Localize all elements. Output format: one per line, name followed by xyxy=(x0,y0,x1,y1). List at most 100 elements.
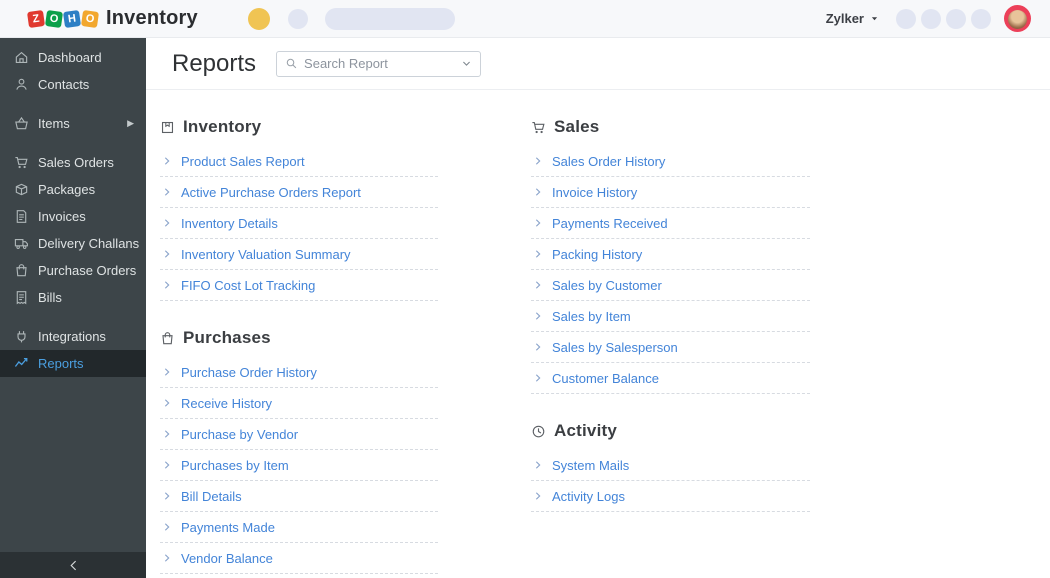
chevron-down-icon[interactable] xyxy=(461,58,472,69)
search-icon xyxy=(285,57,298,70)
report-link-row[interactable]: Purchase by Vendor xyxy=(160,419,438,450)
right-column: Sales Sales Order History Invoice Histor… xyxy=(531,90,810,574)
report-link[interactable]: Sales Order History xyxy=(552,154,665,169)
org-selector[interactable]: Zylker xyxy=(826,11,880,26)
report-link-row[interactable]: Bill Details xyxy=(160,481,438,512)
report-link-row[interactable]: Payments Received xyxy=(531,208,810,239)
logo-tile: O xyxy=(80,9,100,28)
report-link[interactable]: Sales by Customer xyxy=(552,278,662,293)
report-link-row[interactable]: Sales by Customer xyxy=(531,270,810,301)
section-title: Purchases xyxy=(160,328,438,348)
report-link-row[interactable]: Vendor Balance xyxy=(160,543,438,574)
report-link-row[interactable]: FIFO Cost Lot Tracking xyxy=(160,270,438,301)
user-avatar[interactable] xyxy=(1004,5,1031,32)
topbar-icon-placeholder xyxy=(946,8,966,29)
topbar-placeholder-dot xyxy=(287,8,308,29)
chevron-right-icon xyxy=(162,429,172,439)
sidebar-item-label: Integrations xyxy=(38,329,106,344)
caret-down-icon xyxy=(869,13,880,24)
report-link-row[interactable]: Customer Balance xyxy=(531,363,810,394)
chevron-right-icon xyxy=(162,398,172,408)
report-link[interactable]: Inventory Details xyxy=(181,216,278,231)
left-column: Inventory Product Sales Report Active Pu… xyxy=(160,90,438,574)
report-link[interactable]: Customer Balance xyxy=(552,371,659,386)
purchases-icon xyxy=(160,331,175,346)
report-search-combobox[interactable] xyxy=(276,50,482,77)
report-link[interactable]: Payments Made xyxy=(181,520,275,535)
sidebar-item[interactable]: Integrations ▶ xyxy=(0,323,146,350)
sidebar-item-label: Items xyxy=(38,116,70,131)
report-sections: Inventory Product Sales Report Active Pu… xyxy=(146,90,1050,574)
report-link[interactable]: Sales by Salesperson xyxy=(552,340,678,355)
submenu-arrow-icon: ▶ xyxy=(127,118,134,128)
section-title: Activity xyxy=(531,421,810,441)
report-link-row[interactable]: Active Purchase Orders Report xyxy=(160,177,438,208)
report-link[interactable]: Bill Details xyxy=(181,489,242,504)
report-link-row[interactable]: Packing History xyxy=(531,239,810,270)
topbar-icon-placeholder xyxy=(921,8,941,29)
sidebar-group: Dashboard ▶ Contacts ▶ xyxy=(0,44,146,98)
sidebar-item[interactable]: Reports ▶ xyxy=(0,350,146,377)
chevron-right-icon xyxy=(162,367,172,377)
report-link-row[interactable]: Product Sales Report xyxy=(160,146,438,177)
sidebar-item[interactable]: Bills ▶ xyxy=(0,284,146,311)
report-link[interactable]: FIFO Cost Lot Tracking xyxy=(181,278,315,293)
report-link[interactable]: Sales by Item xyxy=(552,309,631,324)
report-link-row[interactable]: Purchases by Item xyxy=(160,450,438,481)
sidebar-item[interactable]: Purchase Orders ▶ xyxy=(0,257,146,284)
chevron-right-icon xyxy=(162,460,172,470)
report-link-row[interactable]: Receive History xyxy=(160,388,438,419)
report-link-row[interactable]: Purchase Order History xyxy=(160,357,438,388)
topbar-icon-placeholders xyxy=(896,8,991,29)
sidebar-item-label: Purchase Orders xyxy=(38,263,137,278)
report-link-row[interactable]: Sales by Item xyxy=(531,301,810,332)
report-link[interactable]: Payments Received xyxy=(552,216,668,231)
report-link-row[interactable]: Payments Made xyxy=(160,512,438,543)
chevron-right-icon xyxy=(533,280,543,290)
report-link-row[interactable]: Inventory Valuation Summary xyxy=(160,239,438,270)
sidebar-item[interactable]: Sales Orders ▶ xyxy=(0,149,146,176)
chevron-right-icon xyxy=(162,522,172,532)
sidebar-collapse-button[interactable] xyxy=(0,552,146,578)
sidebar-item-label: Delivery Challans xyxy=(38,236,140,251)
chevron-right-icon xyxy=(533,249,543,259)
app-name: Inventory xyxy=(106,7,198,29)
report-link[interactable]: Purchase by Vendor xyxy=(181,427,298,442)
report-link-row[interactable]: Sales by Salesperson xyxy=(531,332,810,363)
person-icon xyxy=(14,77,29,92)
report-link[interactable]: System Mails xyxy=(552,458,629,473)
report-link-row[interactable]: Activity Logs xyxy=(531,481,810,512)
report-link-row[interactable]: Sales Order History xyxy=(531,146,810,177)
sidebar-item[interactable]: Contacts ▶ xyxy=(0,71,146,98)
zoho-logo[interactable]: ZOHO xyxy=(26,9,100,28)
sidebar-item[interactable]: Packages ▶ xyxy=(0,176,146,203)
report-link[interactable]: Invoice History xyxy=(552,185,637,200)
report-link-row[interactable]: Invoice History xyxy=(531,177,810,208)
sidebar-group: Items ▶ xyxy=(0,110,146,137)
basket-icon xyxy=(14,116,29,131)
section-heading: Activity xyxy=(554,421,618,440)
topbar-icon-placeholder xyxy=(896,8,916,29)
search-report-input[interactable] xyxy=(304,56,456,71)
sidebar-item[interactable]: Dashboard ▶ xyxy=(0,44,146,71)
sidebar-item-label: Dashboard xyxy=(38,50,102,65)
report-link[interactable]: Product Sales Report xyxy=(181,154,305,169)
main-content: Reports Inventory xyxy=(146,38,1050,578)
logo-tile: O xyxy=(44,9,64,28)
report-link[interactable]: Inventory Valuation Summary xyxy=(181,247,351,262)
report-link[interactable]: Active Purchase Orders Report xyxy=(181,185,361,200)
sidebar-item[interactable]: Items ▶ xyxy=(0,110,146,137)
report-link[interactable]: Packing History xyxy=(552,247,642,262)
report-link-row[interactable]: Inventory Details xyxy=(160,208,438,239)
report-link[interactable]: Purchase Order History xyxy=(181,365,317,380)
sidebar-item[interactable]: Invoices ▶ xyxy=(0,203,146,230)
section-heading: Purchases xyxy=(183,328,271,347)
topbar-icon-placeholder xyxy=(971,8,991,29)
report-link-row[interactable]: System Mails xyxy=(531,450,810,481)
report-link[interactable]: Activity Logs xyxy=(552,489,625,504)
report-link[interactable]: Vendor Balance xyxy=(181,551,273,566)
report-link[interactable]: Receive History xyxy=(181,396,272,411)
truck-icon xyxy=(14,236,29,251)
report-link[interactable]: Purchases by Item xyxy=(181,458,289,473)
sidebar-item[interactable]: Delivery Challans ▶ xyxy=(0,230,146,257)
